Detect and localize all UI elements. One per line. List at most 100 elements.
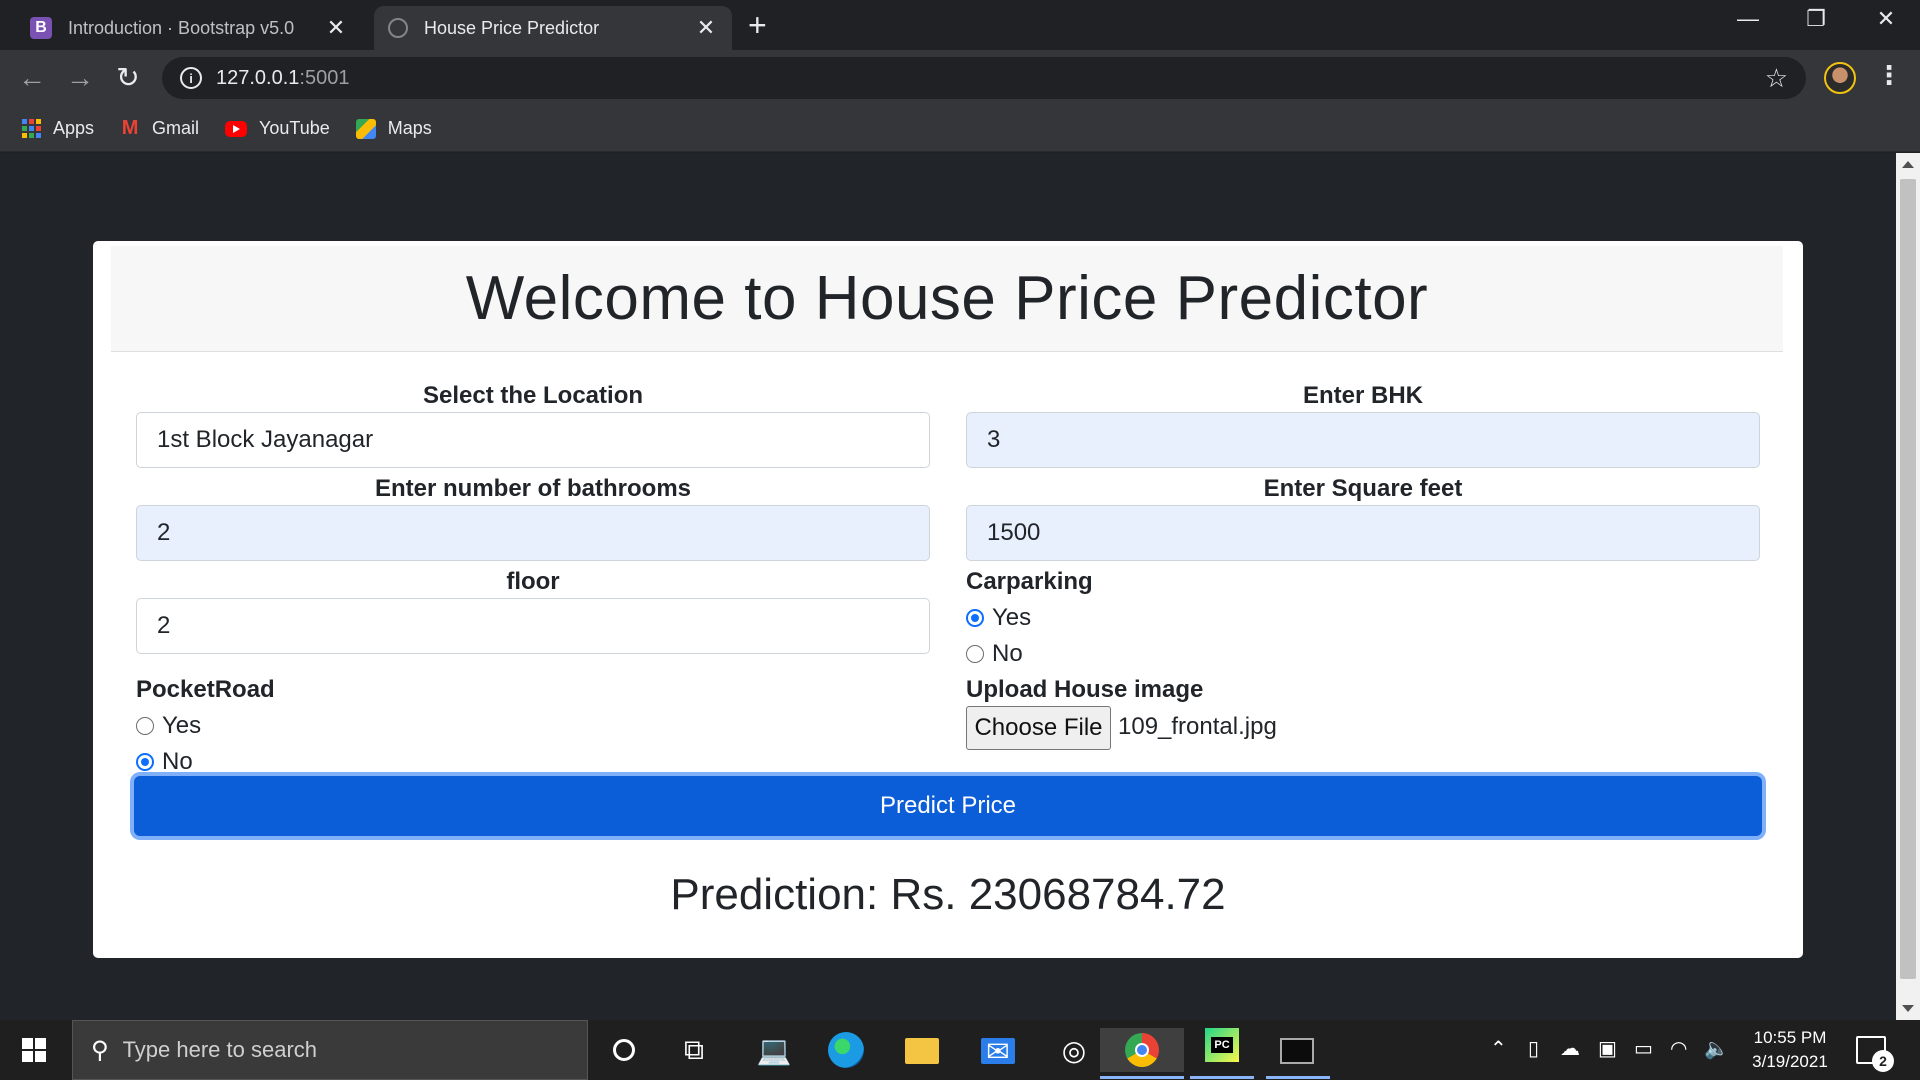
- volume-icon[interactable]: 🔈: [1704, 1036, 1729, 1061]
- tab-label: House Price Predictor: [424, 17, 600, 38]
- choose-file-button[interactable]: Choose File: [966, 706, 1111, 750]
- address-bar[interactable]: i 127.0.0.1:5001 ☆: [162, 57, 1806, 99]
- bootstrap-icon: B: [30, 17, 52, 39]
- task-view-icon[interactable]: ⧉: [672, 1028, 716, 1072]
- radio-label: No: [992, 640, 1023, 667]
- bhk-label: Enter BHK: [1302, 382, 1423, 409]
- app-icon[interactable]: ◎: [1052, 1028, 1096, 1072]
- active-app-indicator: [1100, 1076, 1184, 1079]
- notification-icon[interactable]: 2: [1856, 1036, 1894, 1072]
- upload-label: Upload House image: [966, 676, 1204, 703]
- restore-icon[interactable]: ❐: [1786, 6, 1846, 32]
- radio-circle[interactable]: [136, 717, 154, 735]
- bathrooms-label: Enter number of bathrooms: [374, 475, 692, 502]
- bookmark-maps[interactable]: Maps: [355, 118, 432, 139]
- cortana-icon[interactable]: [602, 1028, 646, 1072]
- address-host: 127.0.0.1: [216, 66, 300, 89]
- radio-label: No: [162, 748, 193, 775]
- tab-bar: B Introduction · Bootstrap v5.0 ✕ House …: [0, 0, 1920, 50]
- bookmark-label: Maps: [387, 118, 432, 138]
- radio-label: Yes: [992, 604, 1032, 631]
- page-scrollbar[interactable]: [1896, 153, 1920, 1020]
- radio-label: Yes: [162, 712, 202, 739]
- pocketroad-no-radio[interactable]: No: [136, 748, 193, 776]
- bookmarks-bar: Apps M Gmail YouTube Maps: [0, 106, 1920, 152]
- pocketroad-label: PocketRoad: [136, 676, 275, 703]
- radio-circle[interactable]: [966, 645, 984, 663]
- running-app-indicator: [1266, 1076, 1330, 1079]
- sqft-input[interactable]: 1500: [966, 505, 1760, 561]
- bookmark-gmail[interactable]: M Gmail: [120, 117, 200, 139]
- radio-circle-checked[interactable]: [136, 753, 154, 771]
- mail-icon[interactable]: ✉: [981, 1036, 1015, 1067]
- bathrooms-input[interactable]: 2: [136, 505, 930, 561]
- carparking-label: Carparking: [966, 568, 1093, 595]
- wifi-icon[interactable]: ◠: [1670, 1036, 1687, 1061]
- floor-input[interactable]: 2: [136, 598, 930, 654]
- chrome-taskbar-button[interactable]: [1100, 1028, 1184, 1072]
- edge-icon[interactable]: [828, 1032, 864, 1068]
- reload-icon[interactable]: ↻: [108, 60, 148, 96]
- terminal-icon[interactable]: [1280, 1038, 1314, 1064]
- profile-avatar[interactable]: [1824, 62, 1856, 94]
- info-icon[interactable]: i: [180, 67, 202, 89]
- carparking-yes-radio[interactable]: Yes: [966, 604, 1031, 632]
- windows-taskbar: ⚲ Type here to search ⧉ 💻 ✉ ◎ PC ⌃ ▯ ☁ ▣…: [0, 1020, 1920, 1080]
- tab-house-price-predictor[interactable]: House Price Predictor ✕: [374, 6, 732, 50]
- windows-start-icon[interactable]: [22, 1038, 46, 1062]
- bookmark-star-icon[interactable]: ☆: [1765, 63, 1788, 94]
- location-select[interactable]: 1st Block Jayanagar: [136, 412, 930, 468]
- apps-grid-icon: [22, 119, 41, 138]
- window-close-icon[interactable]: ✕: [1856, 6, 1916, 32]
- bhk-input[interactable]: 3: [966, 412, 1760, 468]
- youtube-icon: [225, 120, 248, 137]
- pocketroad-yes-radio[interactable]: Yes: [136, 712, 201, 740]
- scroll-up-icon[interactable]: [1902, 161, 1914, 168]
- tab-bootstrap[interactable]: B Introduction · Bootstrap v5.0 ✕: [16, 6, 362, 50]
- minimize-icon[interactable]: —: [1718, 6, 1778, 32]
- maps-icon: [355, 118, 376, 139]
- bookmark-label: YouTube: [259, 118, 330, 138]
- laptop-app-icon[interactable]: 💻: [752, 1028, 796, 1072]
- search-placeholder: Type here to search: [122, 1037, 318, 1062]
- file-explorer-icon[interactable]: [905, 1038, 939, 1064]
- update-icon[interactable]: ▣: [1598, 1036, 1617, 1061]
- running-app-indicator: [1190, 1076, 1254, 1079]
- battery-icon[interactable]: ▭: [1634, 1036, 1653, 1061]
- bookmark-apps[interactable]: Apps: [22, 118, 94, 139]
- scrollbar-thumb[interactable]: [1900, 179, 1916, 979]
- bookmark-label: Gmail: [152, 118, 200, 138]
- onedrive-icon[interactable]: ☁: [1560, 1036, 1580, 1061]
- search-icon: ⚲: [91, 1036, 109, 1064]
- predict-price-button[interactable]: Predict Price: [134, 776, 1762, 836]
- taskbar-search[interactable]: ⚲ Type here to search: [72, 1020, 588, 1080]
- close-icon[interactable]: ✕: [324, 15, 348, 41]
- menu-kebab-icon[interactable]: ⋮: [1876, 60, 1902, 91]
- scroll-down-icon[interactable]: [1902, 1005, 1914, 1012]
- address-port: :5001: [299, 66, 350, 89]
- browser-toolbar: ← → ↻ i 127.0.0.1:5001 ☆ ⋮: [0, 50, 1920, 106]
- card-header: Welcome to House Price Predictor: [111, 246, 1783, 352]
- forward-icon[interactable]: →: [60, 60, 100, 96]
- device-icon[interactable]: ▯: [1528, 1036, 1539, 1061]
- gmail-icon: M: [121, 117, 139, 139]
- close-icon[interactable]: ✕: [694, 15, 718, 41]
- taskbar-clock[interactable]: 10:55 PM 3/19/2021: [1742, 1026, 1838, 1074]
- tab-label: Introduction · Bootstrap v5.0: [68, 17, 295, 38]
- bookmark-label: Apps: [53, 118, 95, 138]
- page-title: Welcome to House Price Predictor: [465, 264, 1429, 333]
- pycharm-icon[interactable]: PC: [1205, 1028, 1239, 1062]
- globe-icon: [388, 18, 408, 38]
- back-icon[interactable]: ←: [12, 60, 52, 96]
- bookmark-youtube[interactable]: YouTube: [225, 118, 330, 139]
- floor-label: floor: [506, 568, 560, 595]
- chrome-icon: [1125, 1033, 1159, 1067]
- radio-circle-checked[interactable]: [966, 609, 984, 627]
- sqft-label: Enter Square feet: [1263, 475, 1463, 502]
- tray-chevron-icon[interactable]: ⌃: [1490, 1036, 1507, 1061]
- carparking-no-radio[interactable]: No: [966, 640, 1023, 668]
- prediction-result: Prediction: Rs. 23068784.72: [670, 870, 1226, 919]
- clock-date: 3/19/2021: [1752, 1052, 1828, 1071]
- notification-count: 2: [1872, 1050, 1894, 1072]
- new-tab-icon[interactable]: +: [748, 8, 767, 42]
